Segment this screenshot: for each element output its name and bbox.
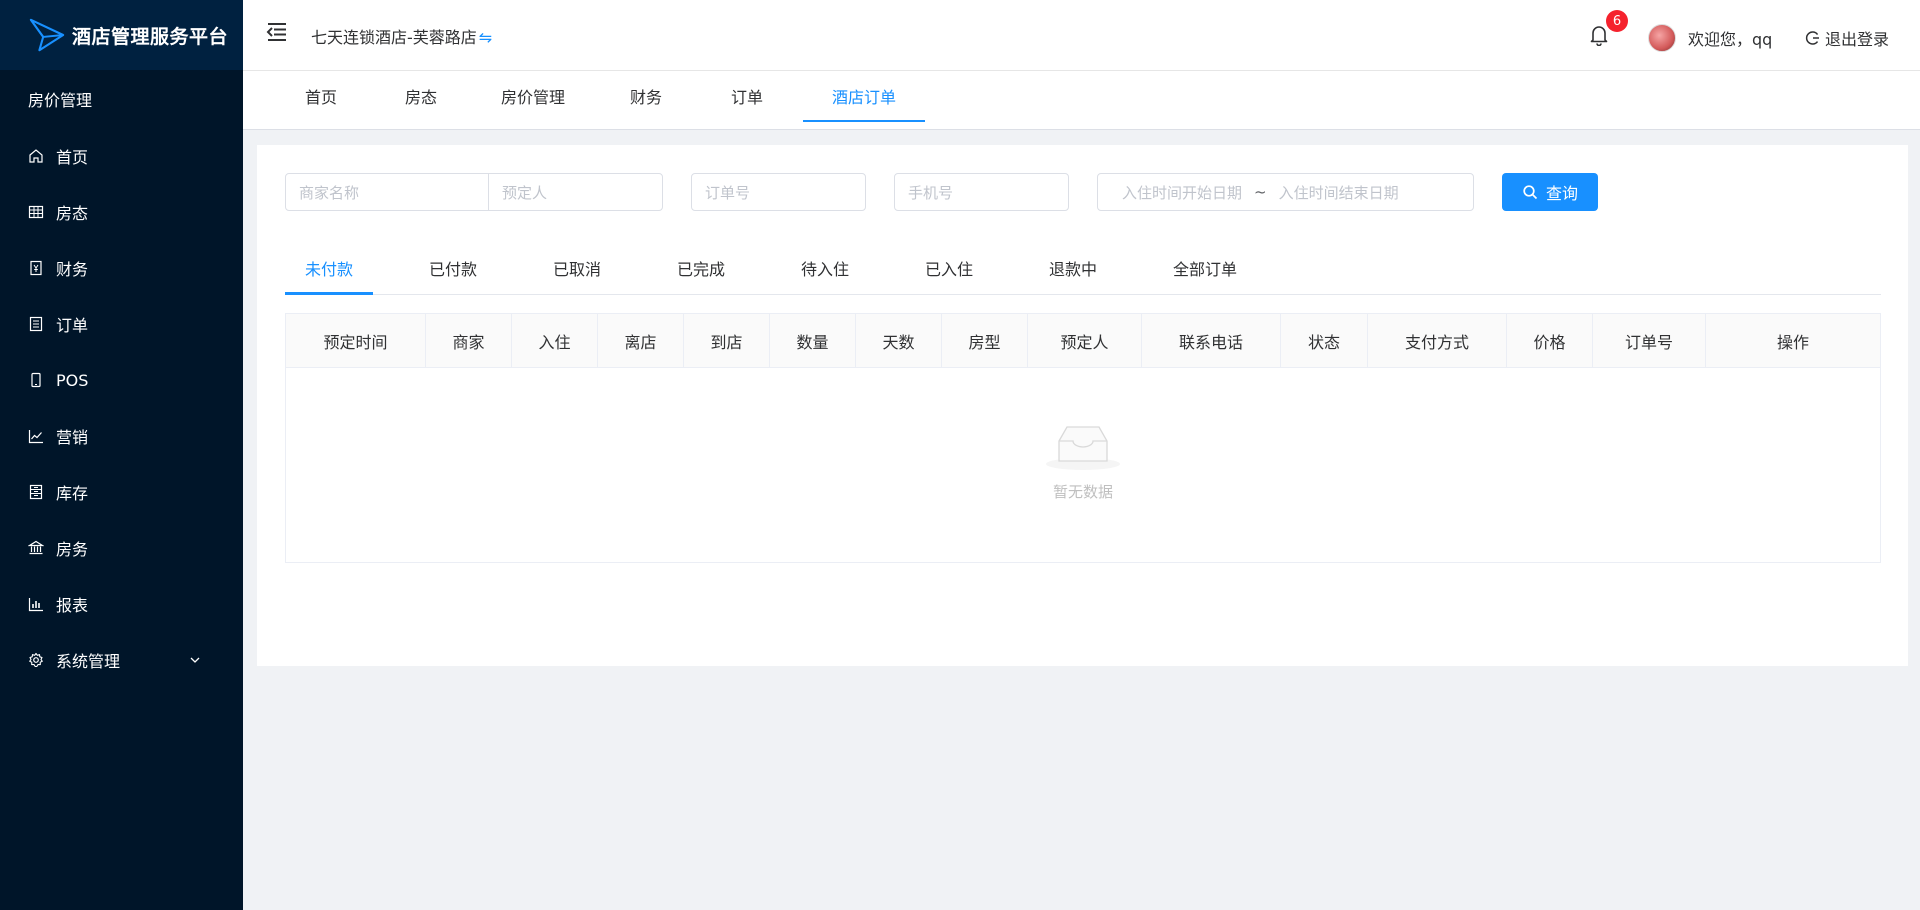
notification-badge: 6 [1606, 10, 1628, 32]
tab-orders[interactable]: 订单 [719, 71, 775, 121]
phone-input[interactable]: 手机号 [894, 173, 1069, 211]
tab-room-price[interactable]: 房价管理 [493, 71, 573, 121]
sidebar-item-marketing[interactable]: 营销 [0, 408, 243, 464]
column-header[interactable]: 数量 [770, 314, 856, 368]
tab-finance[interactable]: 财务 [618, 71, 674, 121]
bar-chart-icon [28, 596, 44, 612]
finance-icon [28, 260, 44, 276]
checkin-start-date[interactable]: 入住时间开始日期 [1122, 182, 1242, 203]
search-icon [1523, 185, 1538, 200]
column-header[interactable]: 天数 [856, 314, 942, 368]
query-button[interactable]: 查询 [1502, 173, 1598, 211]
tab-completed[interactable]: 已完成 [657, 245, 745, 295]
mobile-icon [28, 372, 44, 388]
bank-icon [28, 540, 44, 556]
checkin-end-date[interactable]: 入住时间结束日期 [1279, 182, 1399, 203]
chevron-down-icon[interactable] [189, 654, 201, 666]
sidebar-item-label: 系统管理 [56, 652, 121, 671]
bell-icon[interactable] [1589, 24, 1609, 46]
menu-fold-icon[interactable] [265, 20, 289, 44]
tab-home[interactable]: 首页 [293, 71, 349, 121]
empty-text: 暂无数据 [1052, 482, 1113, 501]
checkin-date-range[interactable]: 入住时间开始日期 ~ 入住时间结束日期 [1097, 173, 1474, 211]
app-title: 酒店管理服务平台 [72, 25, 229, 48]
order-status-tabs: 未付款 已付款 已取消 已完成 待入住 已入住 退款中 全部订单 [285, 245, 1881, 295]
sidebar-item-label: 首页 [56, 148, 89, 167]
sidebar-item-label: 库存 [56, 484, 89, 503]
sidebar-section-label: 房价管理 [28, 91, 93, 110]
empty-state: 暂无数据 [286, 368, 1880, 562]
sidebar-item-inventory[interactable]: 库存 [0, 464, 243, 520]
welcome-text: 欢迎您，qq [1688, 30, 1773, 49]
line-chart-icon [28, 428, 44, 444]
query-button-label: 查询 [1545, 184, 1578, 203]
sidebar-item-reports[interactable]: 报表 [0, 576, 243, 632]
tab-all-orders[interactable]: 全部订单 [1153, 245, 1257, 295]
tab-hotel-orders[interactable]: 酒店订单 [803, 71, 925, 122]
brand[interactable]: 酒店管理服务平台 [0, 0, 243, 70]
sidebar-item-orders[interactable]: 订单 [0, 296, 243, 352]
top-header: 七天连锁酒店-芙蓉路店 ⇋ 6 欢迎您，qq 退出登录 [243, 0, 1920, 71]
orders-table: 预定时间 商家 入住 离店 到店 数量 天数 房型 预定人 联系电话 状态 支付… [285, 313, 1881, 563]
sidebar-item-label: 财务 [56, 260, 89, 279]
column-header[interactable]: 离店 [598, 314, 684, 368]
gear-icon [28, 652, 44, 668]
tab-unpaid[interactable]: 未付款 [285, 245, 373, 295]
page-tabs: 首页 房态 房价管理 财务 订单 酒店订单 [243, 71, 1920, 130]
sidebar-item-label: 报表 [56, 596, 89, 615]
column-header[interactable]: 操作 [1706, 314, 1880, 368]
column-header[interactable]: 支付方式 [1368, 314, 1507, 368]
sidebar-item-housekeeping[interactable]: 房务 [0, 520, 243, 576]
sidebar-item-label: 房态 [56, 204, 89, 223]
sidebar-item-label: 营销 [56, 428, 89, 447]
table-header: 预定时间 商家 入住 离店 到店 数量 天数 房型 预定人 联系电话 状态 支付… [286, 314, 1880, 368]
tab-room-status[interactable]: 房态 [393, 71, 449, 121]
tab-pending-checkin[interactable]: 待入住 [781, 245, 869, 295]
tab-checked-in[interactable]: 已入住 [905, 245, 993, 295]
hotel-name: 七天连锁酒店-芙蓉路店 ⇋ [311, 24, 492, 48]
tab-cancelled[interactable]: 已取消 [533, 245, 621, 295]
sidebar-item-finance[interactable]: 财务 [0, 240, 243, 296]
hotel-name-text: 七天连锁酒店-芙蓉路店 [311, 28, 477, 47]
home-icon [28, 148, 44, 164]
merchant-name-input[interactable]: 商家名称 [285, 173, 489, 211]
sidebar-item-label: 房务 [56, 540, 89, 559]
column-header[interactable]: 房型 [942, 314, 1028, 368]
tab-paid[interactable]: 已付款 [409, 245, 497, 295]
order-number-input[interactable]: 订单号 [691, 173, 866, 211]
avatar[interactable] [1648, 24, 1676, 52]
sidebar-item-room-status[interactable]: 房态 [0, 184, 243, 240]
sidebar-item-pos[interactable]: POS [0, 352, 243, 408]
logout-label: 退出登录 [1825, 30, 1890, 49]
column-header[interactable]: 预定人 [1028, 314, 1142, 368]
column-header[interactable]: 商家 [426, 314, 512, 368]
column-header[interactable]: 价格 [1507, 314, 1593, 368]
logout-button[interactable]: 退出登录 [1805, 26, 1889, 50]
main-card: 商家名称 预定人 订单号 手机号 入住时间开始日期 ~ 入住时间结束日期 查询 … [257, 145, 1908, 666]
sidebar-item-label: POS [56, 370, 89, 390]
booker-input[interactable]: 预定人 [488, 173, 663, 211]
column-header[interactable]: 入住 [512, 314, 598, 368]
column-header[interactable]: 预定时间 [286, 314, 426, 368]
grid-icon [28, 204, 44, 220]
logout-icon [1805, 31, 1819, 45]
column-header[interactable]: 订单号 [1593, 314, 1706, 368]
sidebar-item-home[interactable]: 首页 [0, 128, 243, 184]
logo-icon [29, 18, 65, 52]
sidebar: 酒店管理服务平台 房价管理 首页 房态 财务 订单 POS 营销 库存 房务 报… [0, 0, 243, 910]
sidebar-item-label: 订单 [56, 316, 89, 335]
tab-refunding[interactable]: 退款中 [1029, 245, 1117, 295]
sidebar-item-system[interactable]: 系统管理 [0, 632, 243, 688]
empty-inbox-icon [1046, 425, 1120, 470]
inventory-icon [28, 484, 44, 500]
switch-hotel-icon[interactable]: ⇋ [479, 28, 492, 47]
column-header[interactable]: 到店 [684, 314, 770, 368]
range-separator: ~ [1254, 183, 1267, 201]
column-header[interactable]: 状态 [1281, 314, 1368, 368]
column-header[interactable]: 联系电话 [1142, 314, 1281, 368]
order-icon [28, 316, 44, 332]
